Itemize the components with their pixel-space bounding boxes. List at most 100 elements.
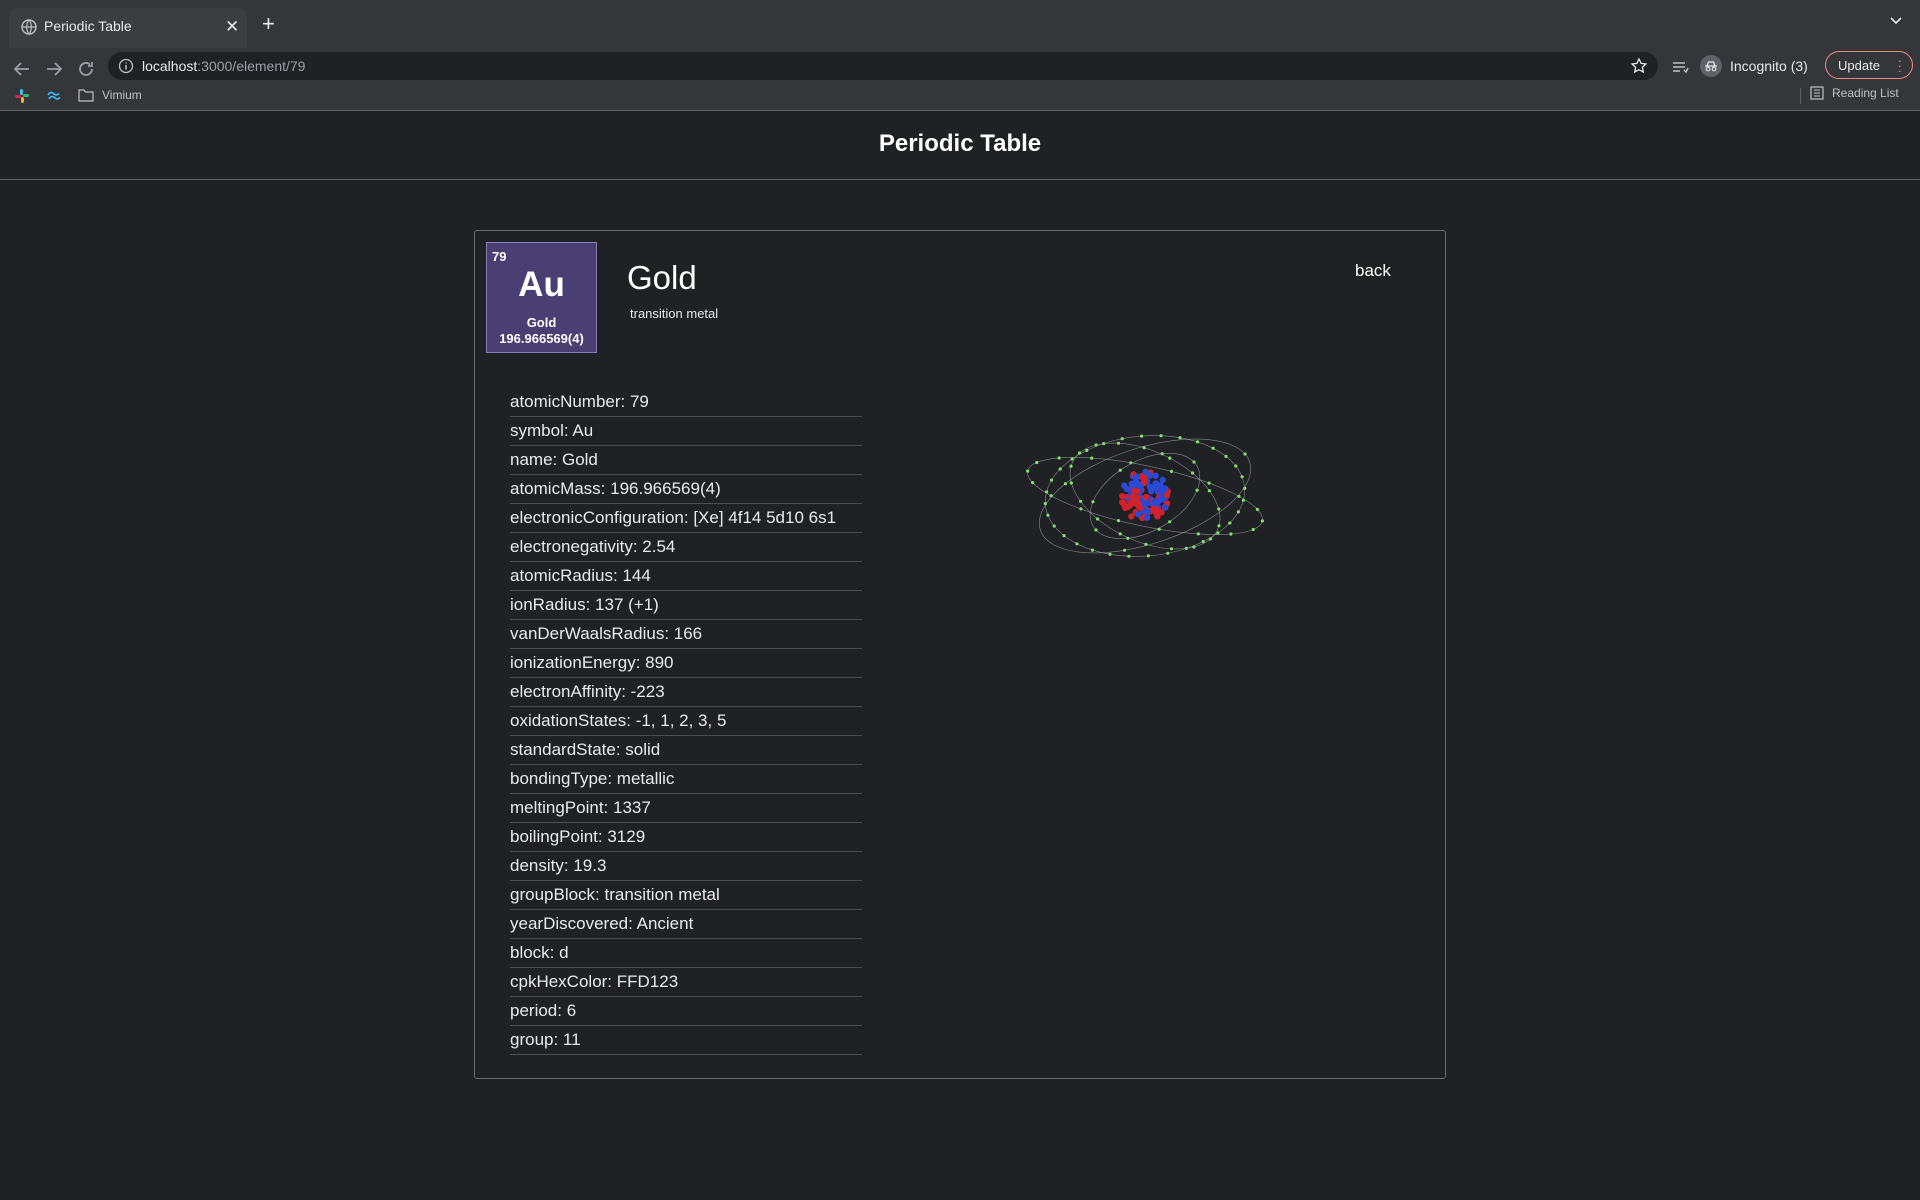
property-item: groupBlock: transition metal: [510, 881, 862, 910]
electron: [1108, 552, 1112, 556]
electron: [1094, 528, 1098, 532]
electron: [1208, 537, 1212, 541]
globe-icon: [21, 19, 37, 35]
property-item: symbol: Au: [510, 417, 862, 446]
property-item: ionRadius: 137 (+1): [510, 591, 862, 620]
tab-strip: Periodic Table ✕ +: [0, 0, 1920, 48]
electron: [1046, 513, 1050, 517]
reading-list-button[interactable]: Reading List: [1810, 86, 1899, 100]
property-list: atomicNumber: 79 symbol: Au name: Gold atom…: [510, 388, 862, 1055]
reading-list-label: Reading List: [1832, 86, 1899, 100]
tab-title: Periodic Table: [44, 18, 132, 34]
tile-mass: 196.966569(4): [499, 331, 584, 346]
property-item: boilingPoint: 3129: [510, 823, 862, 852]
browser-tab[interactable]: Periodic Table ✕: [9, 8, 247, 48]
electron: [1075, 542, 1079, 546]
electron: [1118, 532, 1122, 536]
electron: [1031, 481, 1035, 485]
electron: [1120, 437, 1124, 441]
proton: [1163, 492, 1171, 499]
electron: [1026, 469, 1030, 473]
property-item: bondingType: metallic: [510, 765, 862, 794]
electron: [1069, 464, 1073, 468]
incognito-icon: [1700, 55, 1722, 77]
neutron: [1159, 486, 1166, 494]
new-tab-icon[interactable]: +: [262, 11, 275, 37]
electron: [1127, 554, 1131, 558]
page-header: Periodic Table: [0, 111, 1920, 180]
incognito-profile[interactable]: Incognito (3): [1700, 51, 1808, 81]
neutron: [1159, 476, 1166, 484]
electron: [1062, 534, 1066, 538]
electron: [1169, 547, 1174, 551]
neutron: [1131, 481, 1139, 488]
electron: [1146, 554, 1150, 558]
property-item: ionizationEnergy: 890: [510, 649, 862, 678]
electron: [1063, 482, 1067, 486]
element-category: transition metal: [630, 306, 719, 321]
property-item: electronicConfiguration: [Xe] 4f14 5d10 …: [510, 504, 862, 533]
electron: [1079, 499, 1083, 503]
electron: [1090, 456, 1094, 460]
electron: [1192, 460, 1196, 464]
url-text: localhost:3000/element/79: [142, 58, 306, 74]
property-item: electronegativity: 2.54: [510, 533, 862, 562]
electron: [1196, 440, 1200, 444]
bookmark-star-icon[interactable]: [1630, 57, 1648, 75]
neutron: [1152, 472, 1159, 479]
electron: [1178, 436, 1182, 440]
slack-icon[interactable]: [14, 88, 30, 104]
reload-icon[interactable]: [75, 58, 97, 80]
electron: [1168, 520, 1172, 524]
page-title: Periodic Table: [878, 130, 1042, 157]
info-icon[interactable]: [118, 58, 134, 74]
property-item: yearDiscovered: Ancient: [510, 910, 862, 939]
electron: [1192, 545, 1196, 549]
electron: [1234, 464, 1238, 468]
electron: [1095, 517, 1100, 521]
property-item: block: d: [510, 939, 862, 968]
forward-arrow-icon[interactable]: [43, 58, 65, 80]
tailwind-icon[interactable]: [46, 88, 62, 104]
close-tab-icon[interactable]: ✕: [225, 17, 239, 37]
back-link[interactable]: back: [1355, 261, 1391, 281]
electron: [1118, 468, 1122, 472]
electron: [1091, 500, 1095, 504]
reading-list-icon: [1810, 86, 1824, 100]
address-bar[interactable]: localhost:3000/element/79: [108, 52, 1658, 80]
electron: [1236, 510, 1240, 514]
profile-label: Incognito (3): [1730, 58, 1808, 74]
update-button[interactable]: Update · · ·: [1825, 51, 1913, 79]
electron: [1201, 540, 1205, 544]
back-arrow-icon[interactable]: [11, 58, 33, 80]
tab-search-icon[interactable]: [1670, 58, 1690, 78]
electron: [1050, 478, 1054, 482]
electron: [1078, 451, 1082, 455]
more-menu-icon[interactable]: · · ·: [1898, 54, 1902, 77]
electron: [1057, 456, 1061, 460]
electron: [1217, 524, 1221, 528]
property-item: oxidationStates: -1, 1, 2, 3, 5: [510, 707, 862, 736]
atom-model-visualization[interactable]: [1015, 401, 1275, 591]
property-item: vanDerWaalsRadius: 166: [510, 620, 862, 649]
electron: [1035, 460, 1039, 465]
electron: [1251, 527, 1255, 532]
chevron-down-icon[interactable]: [1889, 14, 1903, 28]
bookmarks-divider: [1800, 88, 1801, 104]
neutron: [1121, 482, 1128, 489]
bookmark-label: Vimium: [102, 88, 142, 102]
element-tile: 79 Au Gold 196.966569(4): [486, 242, 597, 353]
electron: [1229, 532, 1233, 536]
electron: [1058, 467, 1062, 471]
electron: [1228, 521, 1232, 525]
update-label: Update: [1838, 57, 1880, 73]
bookmark-vimium[interactable]: Vimium: [78, 86, 142, 104]
proton: [1128, 513, 1135, 520]
folder-icon: [78, 89, 94, 102]
property-item: name: Gold: [510, 446, 862, 475]
proton: [1132, 495, 1139, 502]
electron: [1166, 551, 1170, 555]
proton: [1141, 474, 1148, 481]
property-item: cpkHexColor: FFD123: [510, 968, 862, 997]
property-item: atomicRadius: 144: [510, 562, 862, 591]
